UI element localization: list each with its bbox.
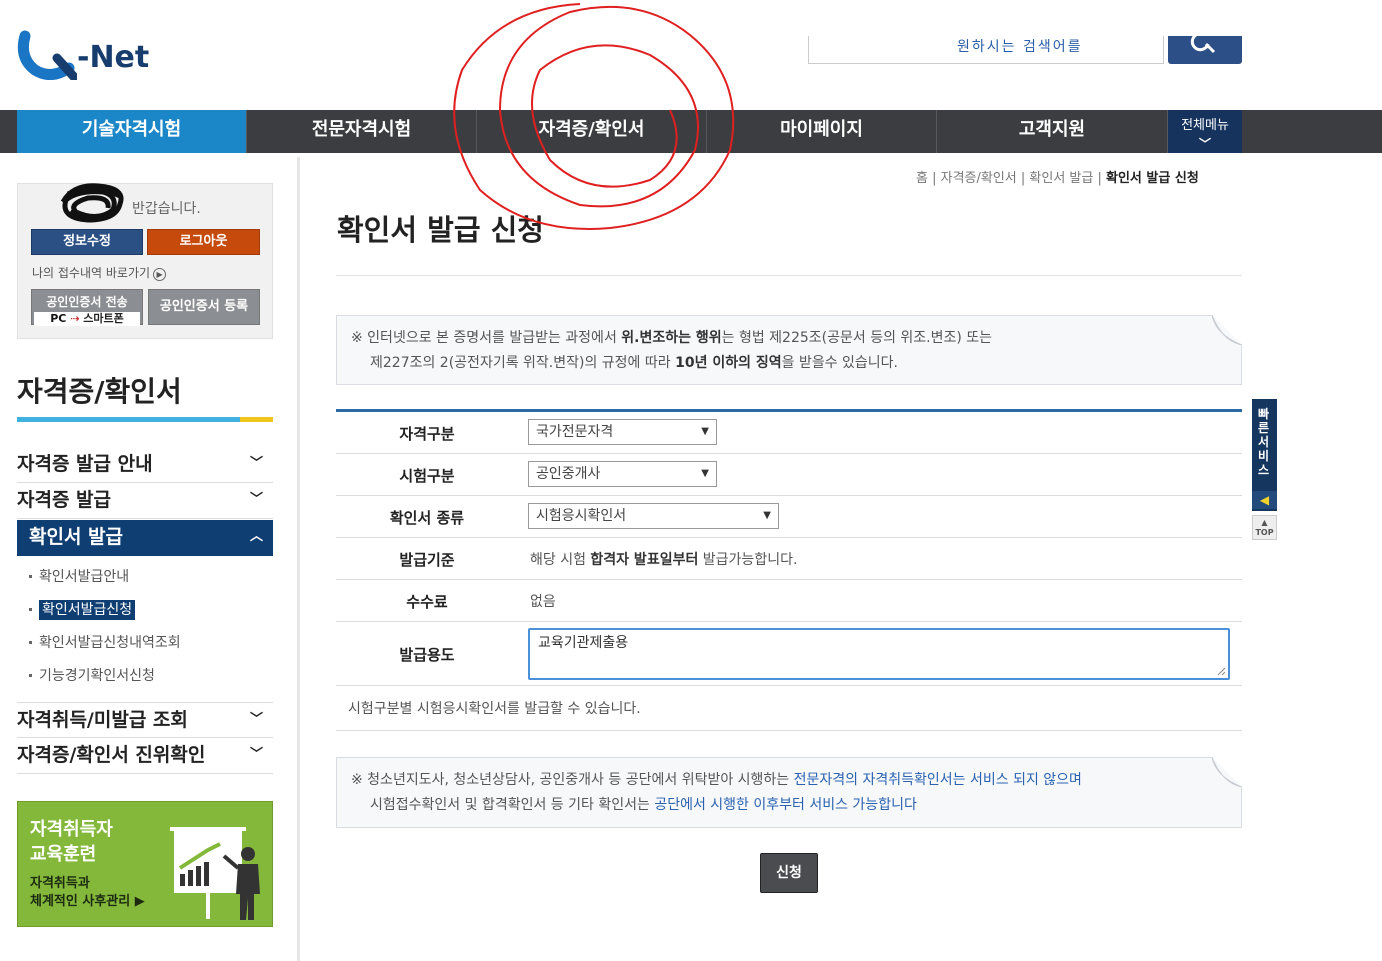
- all-menu-button[interactable]: 전체메뉴 ﹀: [1168, 110, 1242, 153]
- page-title: 확인서 발급 신청: [337, 213, 544, 247]
- training-banner[interactable]: 자격취득자 교육훈련 자격취득과 체계적인 사후관리 ▶: [17, 801, 273, 927]
- chevron-down-icon: ﹀: [249, 492, 263, 507]
- form-row-purpose: 발급용도 교육기관제출용: [336, 622, 1242, 686]
- help-text: 시험구분별 시험응시확인서를 발급할 수 있습니다.: [348, 701, 641, 717]
- doc-type-label: 확인서 종류: [389, 509, 465, 527]
- lnb-title-bar-accent: [240, 417, 273, 422]
- form-row-criteria: 발급기준 해당 시험 합격자 발표일부터 발급가능합니다.: [336, 538, 1242, 580]
- criteria-label: 발급기준: [399, 551, 455, 569]
- exam-type-label: 시험구분: [399, 467, 455, 485]
- chevron-left-icon[interactable]: ◀: [1252, 491, 1277, 509]
- title-divider: [336, 275, 1242, 276]
- greeting-text: 반갑습니다.: [132, 201, 201, 217]
- sub-confirm-guide[interactable]: 확인서발급안내: [28, 566, 129, 586]
- chevron-down-icon: ﹀: [1198, 137, 1211, 151]
- presentation-icon: [170, 827, 260, 920]
- cert-transfer-sub: PC ⇢ 스마트폰: [34, 312, 140, 326]
- chevron-right-icon: ▶: [153, 268, 167, 281]
- doc-type-select[interactable]: 시험응시확인서 ▼: [528, 503, 779, 529]
- fee-value: 없음: [530, 594, 556, 610]
- arrow-right-icon: ⇢: [70, 312, 80, 325]
- cert-register-button[interactable]: 공인인증서 등록: [148, 289, 260, 325]
- dropdown-arrow-icon: ▼: [701, 426, 709, 437]
- quick-service-label: 빠른서비스: [1258, 407, 1270, 477]
- sub-skill-contest[interactable]: 기능경기확인서신청: [29, 665, 155, 685]
- search-button[interactable]: [1168, 32, 1242, 64]
- breadcrumb-home[interactable]: 홈: [916, 171, 928, 186]
- search-icon: [1190, 32, 1216, 54]
- page-fold-icon: [1212, 315, 1242, 345]
- breadcrumb-item[interactable]: 자격증/확인서: [941, 171, 1017, 186]
- form-row-qual-type: 자격구분 국가전문자격 ▼: [336, 412, 1242, 454]
- my-application-link[interactable]: 나의 접수내역 바로가기 ▶: [32, 264, 167, 281]
- gnb-certificate[interactable]: 자격증/확인서: [477, 110, 707, 153]
- search-placeholder: 원하시는 검색어를: [957, 39, 1083, 55]
- submit-button[interactable]: 신청: [760, 853, 818, 893]
- breadcrumb: 홈 | 자격증/확인서 | 확인서 발급 | 확인서 발급 신청: [916, 171, 1199, 186]
- form-row-fee: 수수료 없음: [336, 580, 1242, 622]
- page-fold-icon: [1212, 757, 1242, 787]
- login-box: 반갑습니다. 정보수정 로그아웃 나의 접수내역 바로가기 ▶ 공인인증서 전송 …: [17, 183, 273, 339]
- breadcrumb-item[interactable]: 확인서 발급: [1029, 171, 1093, 186]
- help-divider: [336, 730, 1242, 731]
- cert-transfer-button[interactable]: 공인인증서 전송 PC ⇢ 스마트폰: [31, 289, 143, 326]
- lnb-verify[interactable]: 자격증/확인서 진위확인 ﹀: [17, 738, 273, 774]
- global-nav: 기술자격시험 전문자격시험 자격증/확인서 마이페이지 고객지원 전체메뉴 ﹀: [0, 110, 1382, 153]
- lnb-title-bar: [17, 417, 273, 422]
- dropdown-arrow-icon: ▼: [763, 510, 771, 521]
- chevron-up-icon: ▲: [1261, 518, 1268, 527]
- search-input[interactable]: 원하시는 검색어를: [808, 36, 1164, 64]
- chevron-down-icon: ﹀: [249, 456, 263, 471]
- scroll-top-button[interactable]: ▲ TOP: [1252, 515, 1277, 540]
- gnb-pro-exam[interactable]: 전문자격시험: [247, 110, 477, 153]
- redaction-scribble: [60, 183, 124, 223]
- q-logo-icon: [17, 30, 77, 80]
- breadcrumb-current: 확인서 발급 신청: [1106, 171, 1199, 186]
- resize-grip-icon[interactable]: [1216, 666, 1226, 676]
- gnb-mypage[interactable]: 마이페이지: [707, 110, 937, 153]
- legal-notice: ※ 인터넷으로 본 증명서를 발급받는 과정에서 위.변조하는 행위는 형법 제…: [336, 315, 1242, 385]
- lnb-cert-issue-guide[interactable]: 자격증 발급 안내 ﹀: [17, 447, 273, 483]
- logo-text: -Net: [77, 40, 150, 75]
- chevron-up-icon: ︿: [249, 529, 263, 544]
- criteria-text: 해당 시험 합격자 발표일부터 발급가능합니다.: [530, 552, 798, 568]
- lnb-cert-issue[interactable]: 자격증 발급 ﹀: [17, 483, 273, 519]
- all-menu-label: 전체메뉴: [1181, 118, 1229, 133]
- sub-confirm-history[interactable]: 확인서발급신청내역조회: [29, 632, 181, 652]
- exam-type-select[interactable]: 공인중개사 ▼: [528, 461, 717, 487]
- chevron-down-icon: ﹀: [249, 712, 263, 727]
- qual-type-label: 자격구분: [399, 425, 455, 443]
- edit-info-button[interactable]: 정보수정: [31, 229, 143, 255]
- form-row-doc-type: 확인서 종류 시험응시확인서 ▼: [336, 496, 1242, 538]
- banner-subtitle: 자격취득과 체계적인 사후관리 ▶: [30, 876, 145, 909]
- logout-button[interactable]: 로그아웃: [147, 229, 260, 255]
- qual-type-select[interactable]: 국가전문자격 ▼: [528, 419, 717, 445]
- fee-label: 수수료: [406, 593, 448, 611]
- banner-title: 자격취득자 교육훈련: [30, 819, 113, 865]
- gnb-tech-exam[interactable]: 기술자격시험: [17, 110, 247, 153]
- purpose-label: 발급용도: [399, 646, 455, 664]
- play-icon: ▶: [134, 894, 145, 909]
- lnb-acquire-lookup[interactable]: 자격취득/미발급 조회 ﹀: [17, 702, 273, 738]
- my-application-label: 나의 접수내역 바로가기: [32, 266, 151, 280]
- lnb-confirm-issue[interactable]: 확인서 발급 ︿: [17, 520, 273, 556]
- chevron-down-icon: ﹀: [249, 747, 263, 762]
- gnb-support[interactable]: 고객지원: [937, 110, 1168, 153]
- qnet-logo[interactable]: -Net: [15, 28, 155, 83]
- sub-confirm-apply[interactable]: 확인서발급신청: [28, 599, 136, 620]
- purpose-textarea[interactable]: 교육기관제출용: [528, 628, 1230, 680]
- lnb-title: 자격증/확인서: [17, 375, 182, 408]
- sidebar-divider: [297, 157, 300, 961]
- top-label: TOP: [1255, 528, 1274, 537]
- dropdown-arrow-icon: ▼: [701, 468, 709, 479]
- quick-service-panel[interactable]: 빠른서비스 ◀: [1252, 399, 1277, 511]
- service-notice: ※ 청소년지도사, 청소년상담사, 공인중개사 등 공단에서 위탁받아 시행하는…: [336, 757, 1242, 828]
- cert-transfer-label: 공인인증서 전송: [46, 295, 128, 309]
- form-row-exam-type: 시험구분 공인중개사 ▼: [336, 454, 1242, 496]
